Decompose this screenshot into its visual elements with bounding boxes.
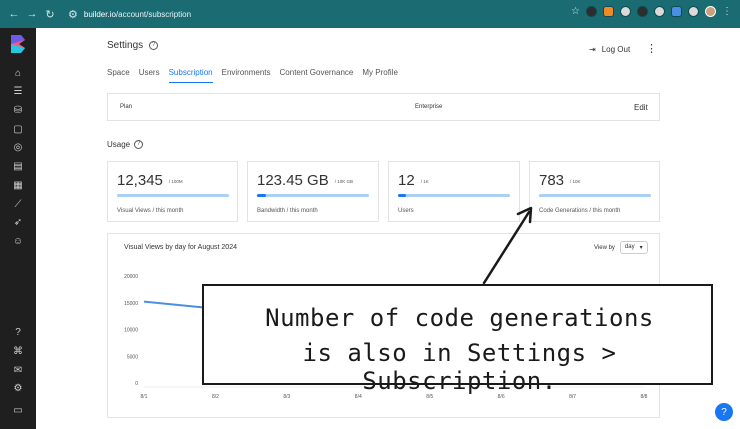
extensions-area: ☆ ⋮ xyxy=(571,6,732,17)
usage-value: 123.45 GB/ 10K GB xyxy=(257,172,353,189)
view-by-select[interactable]: day ▾ xyxy=(619,241,648,254)
users-icon[interactable]: ☺ xyxy=(11,234,25,248)
help-icon[interactable]: ? xyxy=(11,325,25,339)
y-tick-label: 15000 xyxy=(124,301,138,307)
logout-icon: ⇥ xyxy=(589,45,596,54)
browser-menu-icon[interactable]: ⋮ xyxy=(722,6,732,17)
builder-logo-icon[interactable] xyxy=(10,34,26,54)
usage-card-visual-views: 12,345/ 100M Visual Views / this month xyxy=(107,161,238,222)
usage-progress-bar xyxy=(117,194,229,197)
pages-icon[interactable]: ▢ xyxy=(11,122,25,136)
usage-progress-bar xyxy=(398,194,510,197)
back-icon[interactable]: ← xyxy=(6,6,22,22)
address-bar[interactable]: ⚙ builder.io/account/subscription xyxy=(68,8,191,21)
chart-title: Visual Views by day for August 2024 xyxy=(124,244,237,251)
usage-title-text: Usage xyxy=(107,140,131,149)
edit-plan-button[interactable]: Edit xyxy=(634,103,648,112)
help-circle-icon[interactable]: ? xyxy=(134,140,144,149)
plan-label: Plan xyxy=(120,104,133,110)
calendar-icon[interactable]: ▦ xyxy=(11,178,25,192)
insights-icon[interactable]: ◎ xyxy=(11,140,25,154)
reload-icon[interactable]: ↻ xyxy=(42,6,58,22)
url-text[interactable]: builder.io/account/subscription xyxy=(84,10,191,19)
feedback-icon[interactable]: ▭ xyxy=(11,403,25,417)
home-icon[interactable]: ⌂ xyxy=(11,66,25,80)
logout-button[interactable]: ⇥ Log Out xyxy=(589,45,630,54)
y-tick-label: 5000 xyxy=(127,354,138,360)
callout-line-1: Number of code generations xyxy=(265,304,654,332)
extension-icon[interactable] xyxy=(603,6,614,17)
forward-icon[interactable]: → xyxy=(24,6,40,22)
usage-caption: Bandwidth / this month xyxy=(257,208,318,214)
bookmark-star-icon[interactable]: ☆ xyxy=(571,6,580,17)
plan-value: Enterprise xyxy=(415,104,443,110)
y-tick-label: 20000 xyxy=(124,274,138,280)
rocket-icon[interactable]: ➶ xyxy=(11,215,25,229)
site-settings-icon[interactable]: ⚙ xyxy=(68,8,78,21)
extensions-puzzle-icon[interactable] xyxy=(688,6,699,17)
view-by-label: View by xyxy=(594,244,615,251)
tab-space[interactable]: Space xyxy=(107,68,130,82)
extension-icon[interactable] xyxy=(586,6,597,17)
page-title: Settings ? xyxy=(107,40,159,51)
content-icon[interactable]: ☰ xyxy=(11,84,25,98)
usage-card-bandwidth: 123.45 GB/ 10K GB Bandwidth / this month xyxy=(247,161,379,222)
command-icon[interactable]: ⌘ xyxy=(11,344,25,358)
extension-icon[interactable] xyxy=(620,6,631,17)
analytics-icon[interactable]: ⟋ xyxy=(11,197,25,211)
usage-value: 783/ 10K xyxy=(539,172,581,189)
tab-my-profile[interactable]: My Profile xyxy=(362,68,398,82)
usage-caption: Code Generations / this month xyxy=(539,208,621,214)
extension-icon[interactable] xyxy=(637,6,648,17)
tab-users[interactable]: Users xyxy=(139,68,160,82)
callout-line-2: is also in Settings > Subscription. xyxy=(302,339,617,395)
tab-environments[interactable]: Environments xyxy=(222,68,271,82)
chevron-down-icon: ▾ xyxy=(639,245,643,251)
usage-caption: Visual Views / this month xyxy=(117,208,184,214)
settings-gear-icon[interactable]: ⚙ xyxy=(11,381,25,395)
help-chat-button[interactable]: ? xyxy=(715,403,733,421)
models-icon[interactable]: ⛁ xyxy=(11,103,25,117)
tab-content-governance[interactable]: Content Governance xyxy=(280,68,354,82)
browser-toolbar: ← → ↻ ⚙ builder.io/account/subscription … xyxy=(0,0,740,28)
y-tick-label: 10000 xyxy=(124,328,138,334)
profile-avatar[interactable] xyxy=(705,6,716,17)
view-by-control: View by day ▾ xyxy=(594,241,648,254)
logout-label: Log Out xyxy=(601,45,631,54)
sidebar: ⌂ ☰ ⛁ ▢ ◎ ▤ ▦ ⟋ ➶ ☺ ? ⌘ ✉ ⚙ ▭ xyxy=(0,28,36,429)
usage-card-users: 12/ 1K Users xyxy=(388,161,520,222)
usage-heading: Usage ? xyxy=(107,140,144,149)
extension-icon[interactable] xyxy=(654,6,665,17)
usage-progress-bar xyxy=(539,194,651,197)
more-options-icon[interactable]: ⋮ xyxy=(646,42,657,55)
clipboard-icon[interactable]: ▤ xyxy=(11,159,25,173)
usage-caption: Users xyxy=(398,208,414,214)
plan-card: Plan Enterprise Edit xyxy=(107,93,660,121)
x-tick-label: 8/1 xyxy=(141,394,148,400)
help-circle-icon[interactable]: ? xyxy=(149,41,159,50)
usage-value: 12/ 1K xyxy=(398,172,429,189)
callout-box: Number of code generations is also in Se… xyxy=(202,284,713,395)
announcements-icon[interactable]: ✉ xyxy=(11,363,25,377)
settings-tabs: Space Users Subscription Environments Co… xyxy=(107,68,398,83)
page-title-text: Settings xyxy=(107,40,144,51)
y-tick-label: 0 xyxy=(135,381,138,387)
usage-card-code-generations: 783/ 10K Code Generations / this month xyxy=(529,161,660,222)
tab-subscription[interactable]: Subscription xyxy=(168,68,213,83)
extension-icon[interactable] xyxy=(671,6,682,17)
usage-progress-bar xyxy=(257,194,369,197)
usage-value: 12,345/ 100M xyxy=(117,172,183,189)
